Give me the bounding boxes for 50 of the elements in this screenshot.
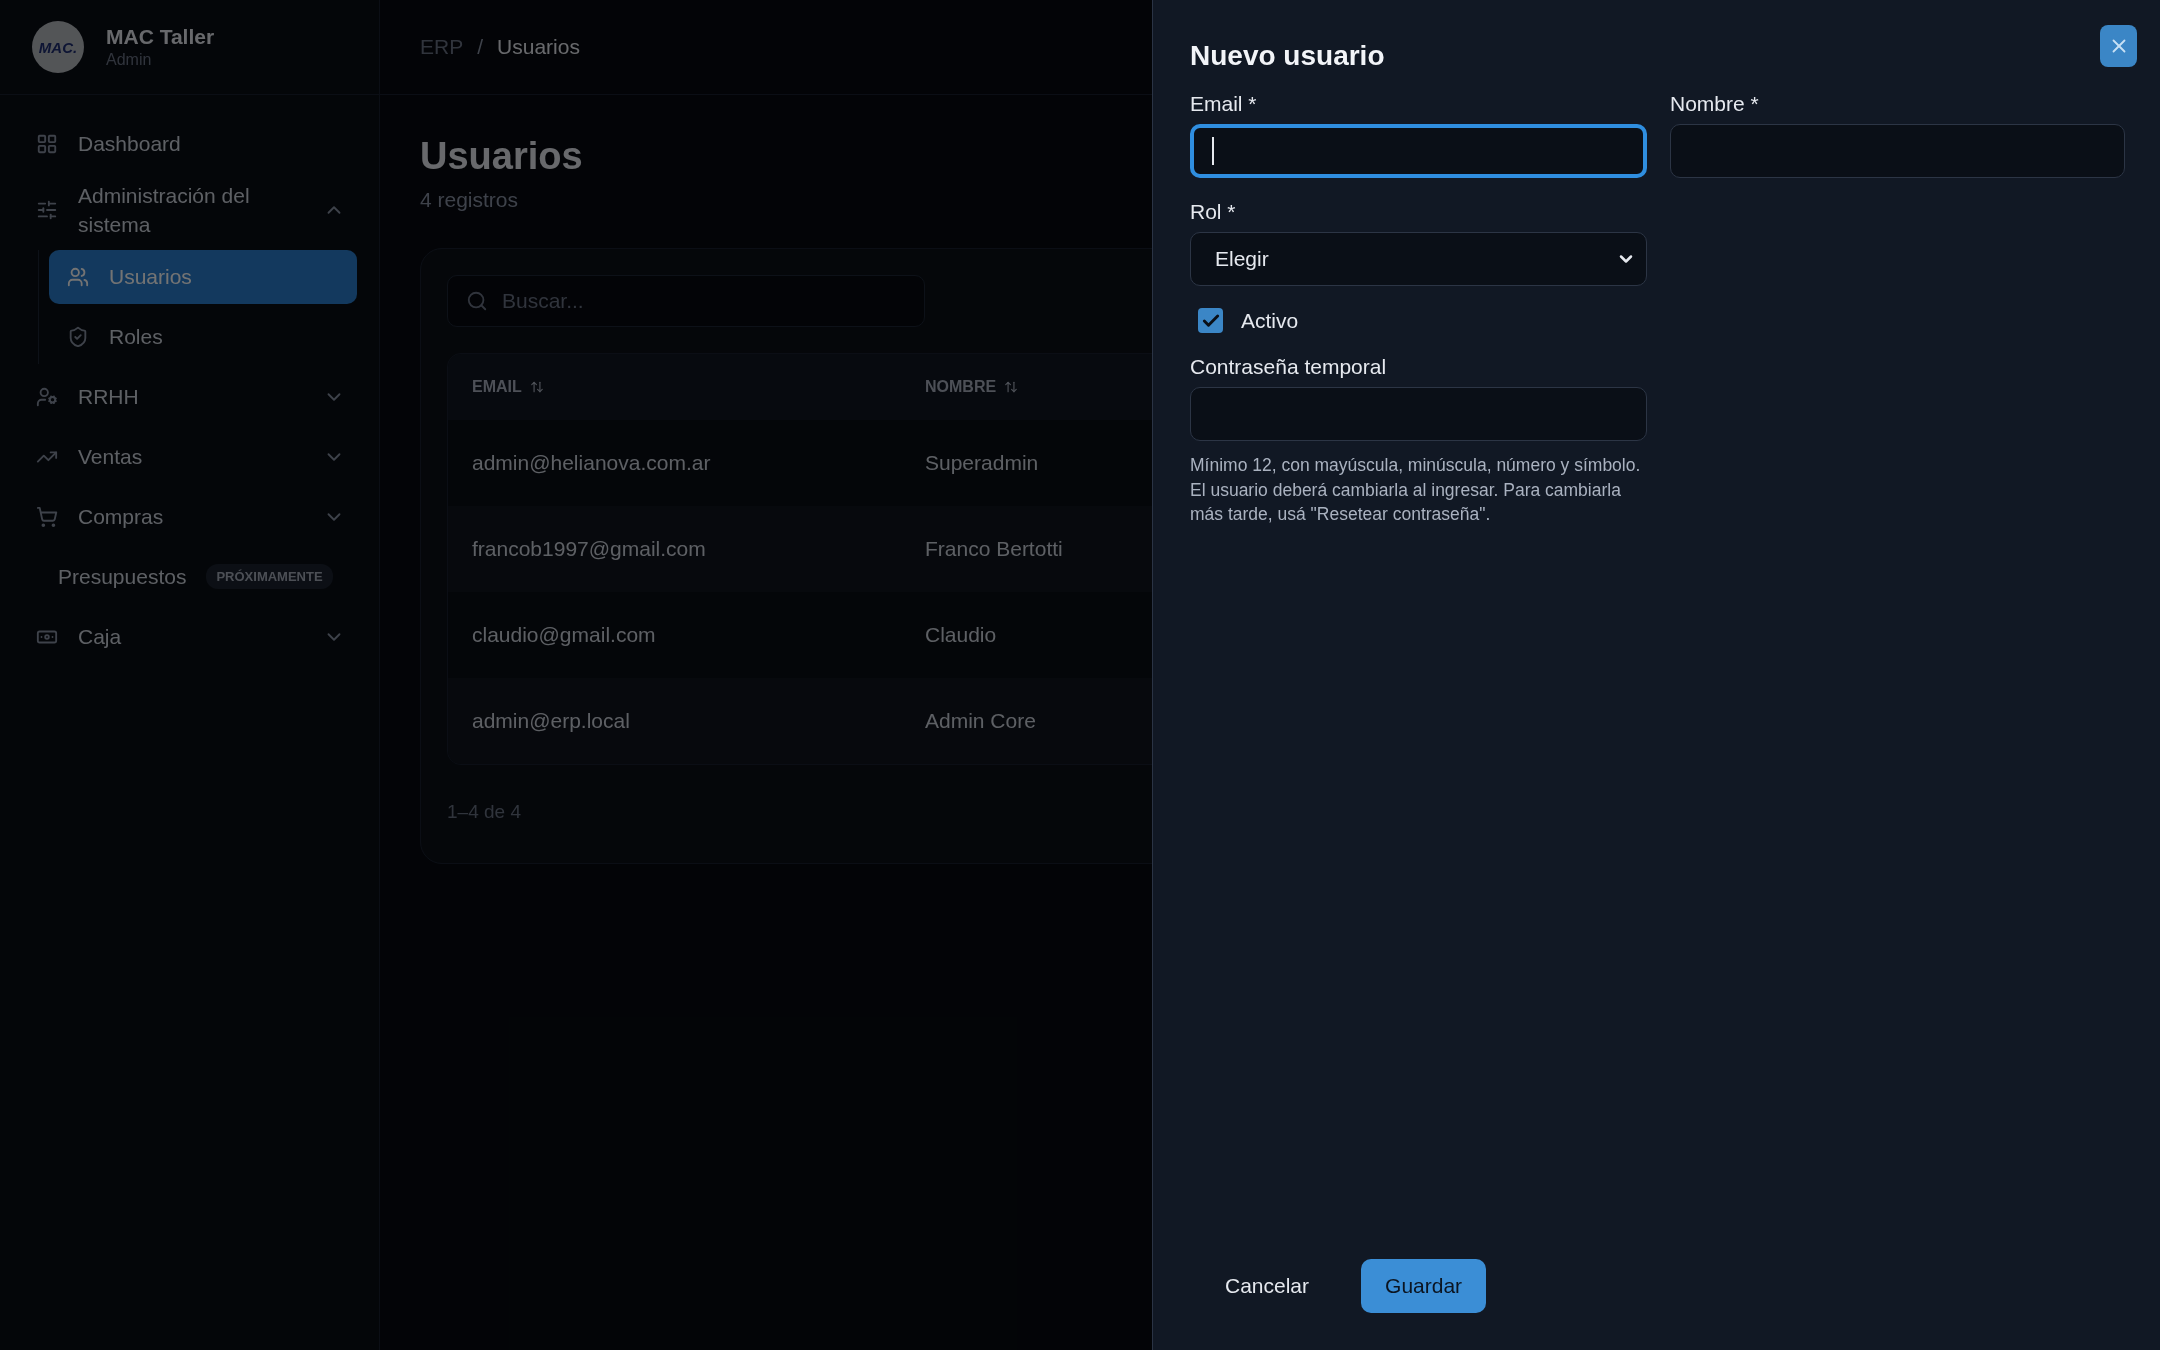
table-cell: Admin Core (925, 709, 1036, 733)
sidebar-item[interactable]: RRHH (32, 369, 357, 424)
search-icon (466, 290, 488, 312)
sidebar-subitem[interactable]: Usuarios (49, 249, 357, 304)
sidebar-item[interactable]: Dashboard (32, 117, 357, 171)
field-hint: Mínimo 12, con mayúscula, minúscula, número y símbolo. El usuario deberá cambiarla al ingresar. Para cambiarla más tarde, usá "Resetear contraseña". (1190, 454, 1642, 526)
sidebar-item[interactable]: Administración del sistema (32, 177, 357, 244)
brand-name: MAC Taller (106, 25, 215, 49)
table-cell: Superadmin (925, 451, 1039, 475)
table-cell: Claudio (925, 623, 997, 647)
close-button[interactable] (2100, 25, 2137, 67)
table-cell: Franco Bertotti (925, 537, 1063, 561)
sliders-icon (36, 199, 58, 222)
shield-check-icon (67, 325, 89, 348)
field-label: Rol * (1190, 200, 1237, 224)
users-icon (67, 265, 89, 288)
coming-soon-badge: PRÓXIMAMENTE (206, 564, 333, 590)
checkbox-label: Activo (1241, 308, 1299, 333)
column-header[interactable]: EMAIL (472, 378, 544, 396)
role-select[interactable]: Elegir (1190, 232, 1647, 286)
drawer-title: Nuevo usuario (1190, 40, 1385, 72)
grid-icon (36, 133, 58, 155)
input-field[interactable] (1670, 124, 2125, 178)
table-cell: claudio@gmail.com (472, 623, 656, 647)
field-label: Email * (1190, 92, 1258, 116)
breadcrumb-item: Usuarios (497, 35, 580, 59)
sidebar-item[interactable]: Presupuestos (36, 564, 187, 589)
checkbox[interactable] (1198, 308, 1223, 333)
sort-icon (529, 380, 544, 394)
sidebar-item[interactable]: Compras (32, 489, 357, 544)
record-count: 4 registros (420, 188, 519, 212)
field-label: Nombre * (1670, 92, 1760, 116)
input-field[interactable] (1190, 124, 1647, 178)
cart-icon (36, 505, 58, 528)
table-cell: admin@erp.local (472, 709, 630, 733)
column-header[interactable]: NOMBRE (925, 378, 1019, 396)
sort-icon (1004, 380, 1019, 394)
sidebar-item[interactable]: Ventas (32, 429, 357, 484)
user-gear-icon (36, 385, 58, 408)
table-cell: francob1997@gmail.com (472, 537, 706, 561)
logo: MAC. (32, 21, 84, 73)
cancel-button[interactable]: Cancelar (1201, 1259, 1334, 1313)
save-button[interactable]: Guardar (1361, 1259, 1487, 1313)
field-label: Contraseña temporal (1190, 355, 1388, 379)
sidebar-subitem[interactable]: Roles (49, 309, 357, 364)
table-cell: admin@helianova.com.ar (472, 451, 711, 475)
sidebar-item[interactable]: Caja (32, 609, 357, 664)
breadcrumb-separator: / (477, 35, 484, 59)
page-title: Usuarios (420, 135, 583, 178)
input-field[interactable] (1190, 387, 1647, 441)
